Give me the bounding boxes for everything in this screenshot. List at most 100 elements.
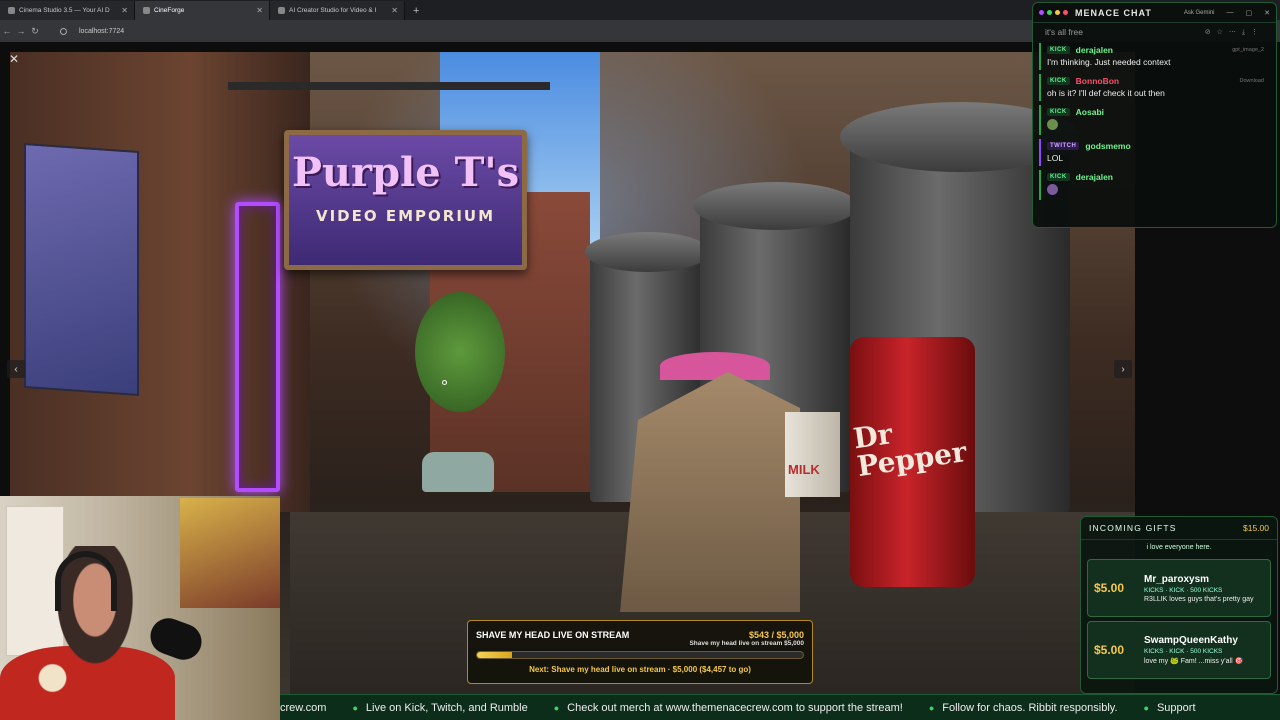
goal-subtitle: Shave my head live on stream $5,000: [689, 640, 804, 647]
platform-badge: KICK: [1047, 46, 1070, 54]
tab-cinema-studio[interactable]: Cinema Studio 3.5 — Your AI D ✕: [0, 1, 135, 20]
side-note: gpt_image_2: [1232, 47, 1264, 53]
tab-close-icon[interactable]: ✕: [121, 6, 128, 15]
platform-badge: TWITCH: [1047, 142, 1080, 150]
status-dot-icon: [1039, 10, 1044, 15]
parked-car: [422, 452, 494, 492]
status-dot-icon: [1063, 10, 1068, 15]
goal-progress-bar: [476, 651, 804, 659]
ticker-text: crew.com: [280, 701, 327, 714]
gift-meta: KICKS · KICK · 500 KICKS: [1144, 586, 1223, 594]
soda-can-house: Dr Pepper: [850, 337, 975, 587]
gift-amount: $5.00: [1094, 581, 1125, 595]
milk-carton: MILK: [785, 412, 840, 497]
status-dot-icon: [1047, 10, 1052, 15]
ticker-item: ● Check out merch at www.themenacecrew.co…: [554, 702, 903, 714]
gifts-title: INCOMING GIFTS: [1089, 523, 1177, 533]
chat-header: MENACE CHAT Ask Gemini — ▢ ✕: [1033, 3, 1276, 23]
chat-message: KICK BonnoBon Download oh is it? I'll de…: [1039, 74, 1270, 101]
chat-username: Aosabi: [1075, 107, 1105, 117]
goal-amount: $543 / $5,000: [748, 630, 804, 640]
tab-close-icon[interactable]: ✕: [391, 6, 398, 15]
tab-favicon-icon: [8, 7, 15, 14]
chat-title: MENACE CHAT: [1075, 7, 1152, 18]
tab-favicon-icon: [143, 7, 150, 14]
chat-message-plain: it's all free ⊘☆⋯⤓⋮: [1033, 23, 1276, 41]
can-brand: Dr Pepper: [851, 417, 969, 484]
mouse-cursor: [442, 380, 447, 385]
chat-username: derajalen: [1075, 172, 1113, 182]
close-icon[interactable]: ✕: [1264, 9, 1270, 17]
platform-badge: KICK: [1047, 108, 1070, 116]
ticker-text: Follow for chaos. Ribbit responsibly.: [942, 701, 1118, 714]
gift-previous-message: i love everyone here.: [1146, 544, 1212, 551]
next-image-button[interactable]: ›: [1114, 360, 1132, 378]
gift-card: $5.00 SwampQueenKathy KICKS · KICK · 500…: [1087, 621, 1271, 679]
tab-label: Cinema Studio 3.5 — Your AI D: [19, 7, 110, 14]
tab-close-icon[interactable]: ✕: [256, 6, 263, 15]
ticker-item: ● Live on Kick, Twitch, and Rumble: [352, 702, 527, 714]
tree: [415, 292, 505, 412]
sign-subtitle: VIDEO EMPORIUM: [315, 207, 496, 225]
bullet-icon: ●: [928, 702, 935, 713]
incoming-gifts-panel: INCOMING GIFTS $15.00 i love everyone he…: [1080, 516, 1278, 694]
minimize-icon[interactable]: —: [1227, 9, 1234, 16]
sign-bracket: [228, 82, 550, 90]
sign-title: Purple T's: [291, 149, 520, 196]
ask-gemini-label[interactable]: Ask Gemini: [1184, 10, 1215, 16]
chat-panel: MENACE CHAT Ask Gemini — ▢ ✕ it's all fr…: [1032, 2, 1277, 228]
goal-next: Next: Shave my head live on stream · $5,…: [529, 665, 751, 674]
bullet-icon: ●: [553, 702, 560, 713]
storefront-sign: Purple T's VIDEO EMPORIUM: [284, 130, 527, 270]
platform-badge: KICK: [1047, 77, 1070, 85]
chat-message: KICK Aosabi: [1039, 105, 1270, 135]
chat-text: it's all free: [1045, 27, 1083, 37]
wall-painting: [180, 498, 280, 608]
gifts-header: INCOMING GIFTS $15.00: [1081, 517, 1277, 540]
ticker-item: crew.com: [280, 702, 326, 714]
ticker-text: Check out merch at www.themenacecrew.com…: [567, 701, 903, 714]
tab-label: AI Creator Studio for Video & I: [289, 7, 377, 14]
wall-poster: [24, 142, 139, 397]
ticker-text: Live on Kick, Twitch, and Rumble: [365, 701, 528, 714]
reload-icon[interactable]: ↻: [28, 26, 42, 37]
ticker-item: ● Follow for chaos. Ribbit responsibly.: [929, 702, 1118, 714]
milk-label: MILK: [788, 462, 820, 477]
neon-doorway: [235, 202, 280, 492]
donation-goal: SHAVE MY HEAD LIVE ON STREAM $543 / $5,0…: [467, 620, 813, 684]
chat-text: I'm thinking. Just needed context: [1047, 57, 1171, 67]
url-field[interactable]: localhost:7724: [79, 28, 124, 35]
forward-icon[interactable]: →: [14, 26, 28, 36]
tiny-umbrella: [660, 352, 770, 380]
chat-message: TWITCH godsmemo LOL: [1039, 139, 1270, 166]
status-dot-icon: [1055, 10, 1060, 15]
gift-meta: KICKS · KICK · 500 KICKS: [1144, 648, 1223, 655]
chat-username: derajalen: [1075, 45, 1113, 55]
gifts-total: $15.00: [1243, 523, 1269, 533]
tab-cineforge[interactable]: CineForge ✕: [135, 1, 270, 20]
bullet-icon: ●: [352, 702, 358, 713]
goal-title: SHAVE MY HEAD LIVE ON STREAM: [476, 630, 630, 640]
chat-message: KICK derajalen: [1039, 170, 1270, 200]
maximize-icon[interactable]: ▢: [1246, 9, 1253, 17]
site-info-icon[interactable]: [60, 27, 67, 35]
bullet-icon: ●: [1143, 702, 1149, 713]
prev-image-button[interactable]: ‹: [7, 360, 25, 378]
chat-text: oh is it? I'll def check it out then: [1047, 88, 1165, 98]
webcam-feed: [0, 496, 280, 720]
chat-username: BonnoBon: [1075, 76, 1120, 86]
news-ticker: crew.com ● Live on Kick, Twitch, and Rumb…: [280, 694, 1280, 720]
close-viewer-icon[interactable]: ✕: [9, 52, 19, 66]
headset: [55, 551, 117, 611]
gift-amount: $5.00: [1094, 643, 1125, 657]
chat-username: godsmemo: [1085, 141, 1131, 151]
gift-user: Mr_paroxysm: [1144, 573, 1210, 585]
ticker-text: Support: [1156, 701, 1196, 714]
gift-message: love my 🐸 Fam! ...miss y'all 🎯: [1144, 658, 1244, 665]
gift-card: $5.00 Mr_paroxysm KICKS · KICK · 500 KIC…: [1087, 559, 1271, 617]
goal-progress-fill: [477, 652, 513, 658]
new-tab-button[interactable]: +: [405, 1, 427, 20]
back-icon[interactable]: ←: [0, 26, 14, 36]
toolbar-icons[interactable]: ⊘☆⋯⤓⋮: [1205, 28, 1264, 37]
tab-ai-creator-studio[interactable]: AI Creator Studio for Video & I ✕: [270, 1, 405, 20]
